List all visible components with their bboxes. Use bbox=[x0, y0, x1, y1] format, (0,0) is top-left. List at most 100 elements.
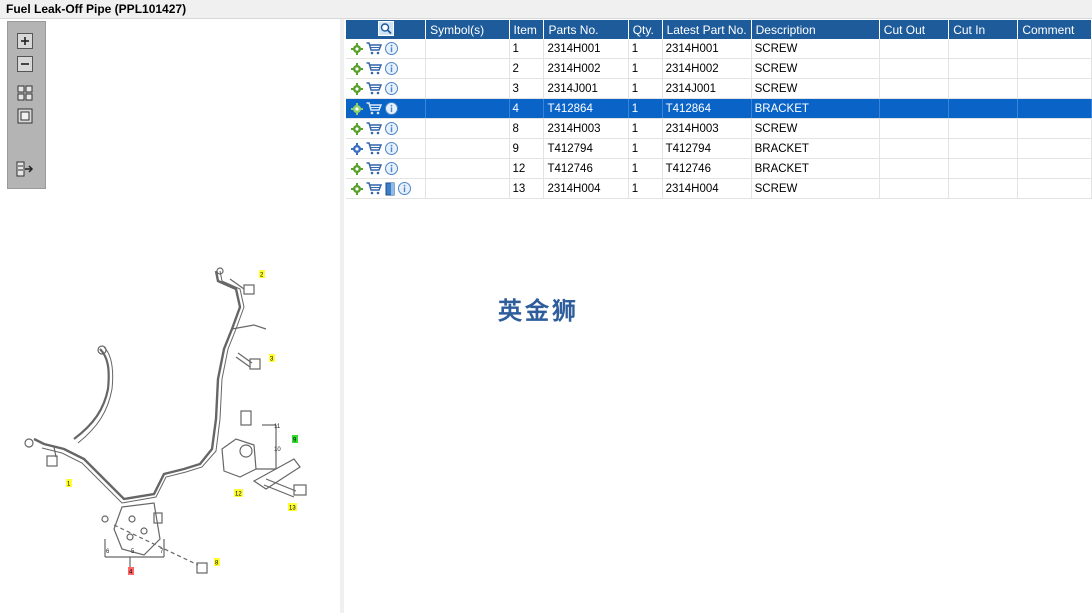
table-row[interactable]: 2 2314H002 1 2314H002 SCREW bbox=[346, 58, 1092, 79]
zoom-out-icon[interactable] bbox=[15, 55, 35, 73]
callout-3[interactable]: 3 bbox=[269, 354, 275, 363]
shopping-cart-icon[interactable] bbox=[366, 42, 382, 55]
col-header-cut-in[interactable]: Cut In bbox=[948, 20, 1019, 39]
exploded-diagram[interactable]: 231912138411106 5 7 bbox=[4, 19, 340, 613]
cell-qty: 1 bbox=[628, 78, 663, 99]
cell-item: 3 bbox=[509, 78, 545, 99]
table-row[interactable]: 1 2314H001 1 2314H001 SCREW bbox=[346, 39, 1092, 59]
col-header-parts-no[interactable]: Parts No. bbox=[543, 20, 629, 39]
cell-comment bbox=[1017, 78, 1092, 99]
cell-cut-in bbox=[948, 158, 1019, 179]
info-icon[interactable] bbox=[385, 62, 398, 75]
gear-icon[interactable] bbox=[351, 142, 363, 155]
gear-icon[interactable] bbox=[351, 162, 363, 175]
col-header-search[interactable] bbox=[346, 20, 427, 39]
actual-size-icon[interactable] bbox=[15, 107, 35, 125]
info-icon[interactable] bbox=[385, 122, 398, 135]
export-list-icon[interactable] bbox=[15, 160, 35, 178]
gear-icon[interactable] bbox=[351, 102, 363, 115]
gear-icon[interactable] bbox=[351, 62, 363, 75]
cell-parts-no: T412746 bbox=[543, 158, 629, 179]
gear-icon[interactable] bbox=[351, 82, 363, 95]
shopping-cart-icon[interactable] bbox=[366, 122, 382, 135]
sub-label-6: 6 bbox=[106, 549, 110, 555]
cell-cut-in bbox=[948, 118, 1019, 139]
col-header-symbols[interactable]: Symbol(s) bbox=[425, 20, 510, 39]
cell-item: 1 bbox=[509, 39, 545, 59]
cell-qty: 1 bbox=[628, 98, 663, 119]
search-list-icon[interactable] bbox=[377, 20, 394, 36]
cell-item: 8 bbox=[509, 118, 545, 139]
cell-latest-part-no: 2314H003 bbox=[662, 118, 752, 139]
cell-symbols bbox=[425, 98, 510, 119]
callout-12[interactable]: 12 bbox=[234, 489, 243, 498]
cell-qty: 1 bbox=[628, 58, 663, 79]
col-header-comment[interactable]: Comment bbox=[1017, 20, 1092, 39]
table-row[interactable]: 13 2314H004 1 2314H004 SCREW bbox=[346, 178, 1092, 199]
row-actions bbox=[346, 118, 427, 139]
info-icon[interactable] bbox=[385, 82, 398, 95]
table-header-row: Symbol(s) Item Parts No. Qty. Latest Par… bbox=[346, 20, 1092, 39]
gear-icon[interactable] bbox=[351, 122, 363, 135]
cell-cut-in bbox=[948, 39, 1019, 59]
table-row[interactable]: 3 2314J001 1 2314J001 SCREW bbox=[346, 78, 1092, 99]
fit-page-icon[interactable] bbox=[15, 84, 35, 102]
callout-4[interactable]: 4 bbox=[128, 567, 134, 576]
cell-parts-no: 2314H003 bbox=[543, 118, 629, 139]
watermark-logo: 英金狮 bbox=[498, 297, 579, 325]
cell-item: 2 bbox=[509, 58, 545, 79]
table-row[interactable]: 12 T412746 1 T412746 BRACKET bbox=[346, 158, 1092, 179]
window-title-bar: Fuel Leak-Off Pipe (PPL101427) bbox=[0, 0, 1092, 19]
shopping-cart-icon[interactable] bbox=[366, 62, 382, 75]
cell-cut-out bbox=[879, 178, 950, 199]
cell-symbols bbox=[425, 58, 510, 79]
cell-symbols bbox=[425, 158, 510, 179]
info-icon[interactable] bbox=[385, 142, 398, 155]
cell-qty: 1 bbox=[628, 158, 663, 179]
gear-icon[interactable] bbox=[351, 182, 363, 195]
cell-cut-out bbox=[879, 118, 950, 139]
sub-label-10: 10 bbox=[274, 447, 281, 453]
info-icon[interactable] bbox=[385, 102, 398, 115]
row-actions bbox=[346, 98, 427, 119]
diagram-panel[interactable]: 2 3 1 9 12 13 8 4 11 10 6 5 7 bbox=[4, 19, 341, 613]
shopping-cart-icon[interactable] bbox=[366, 162, 382, 175]
cell-latest-part-no: T412794 bbox=[662, 138, 752, 159]
callout-9[interactable]: 9 bbox=[292, 435, 298, 444]
shopping-cart-icon[interactable] bbox=[366, 182, 382, 195]
col-header-qty[interactable]: Qty. bbox=[628, 20, 663, 39]
cell-description: SCREW bbox=[751, 58, 880, 79]
cell-comment bbox=[1017, 98, 1092, 119]
cell-parts-no: 2314J001 bbox=[543, 78, 629, 99]
callout-13[interactable]: 13 bbox=[288, 503, 297, 512]
cell-comment bbox=[1017, 178, 1092, 199]
gear-icon[interactable] bbox=[351, 42, 363, 55]
row-actions bbox=[346, 138, 427, 159]
cell-cut-out bbox=[879, 98, 950, 119]
callout-8[interactable]: 8 bbox=[214, 558, 220, 567]
cell-symbols bbox=[425, 178, 510, 199]
info-icon[interactable] bbox=[398, 182, 411, 195]
shopping-cart-icon[interactable] bbox=[366, 102, 382, 115]
cell-latest-part-no: 2314J001 bbox=[662, 78, 752, 99]
col-header-cut-out[interactable]: Cut Out bbox=[879, 20, 950, 39]
cell-description: SCREW bbox=[751, 118, 880, 139]
info-icon[interactable] bbox=[385, 162, 398, 175]
table-row[interactable]: 8 2314H003 1 2314H003 SCREW bbox=[346, 118, 1092, 139]
sub-label-11: 11 bbox=[274, 424, 281, 430]
info-icon[interactable] bbox=[385, 42, 398, 55]
col-header-item[interactable]: Item bbox=[509, 20, 545, 39]
cell-cut-in bbox=[948, 78, 1019, 99]
table-row[interactable]: 9 T412794 1 T412794 BRACKET bbox=[346, 138, 1092, 159]
col-header-latest-part-no[interactable]: Latest Part No. bbox=[662, 20, 752, 39]
col-header-description[interactable]: Description bbox=[751, 20, 880, 39]
table-row[interactable]: 4 T412864 1 T412864 BRACKET bbox=[346, 98, 1092, 119]
zoom-in-icon[interactable] bbox=[15, 32, 35, 50]
cell-symbols bbox=[425, 138, 510, 159]
callout-2[interactable]: 2 bbox=[259, 270, 265, 279]
shopping-cart-icon[interactable] bbox=[366, 82, 382, 95]
callout-1[interactable]: 1 bbox=[66, 479, 72, 488]
cell-comment bbox=[1017, 39, 1092, 59]
document-icon[interactable] bbox=[385, 182, 395, 196]
shopping-cart-icon[interactable] bbox=[366, 142, 382, 155]
